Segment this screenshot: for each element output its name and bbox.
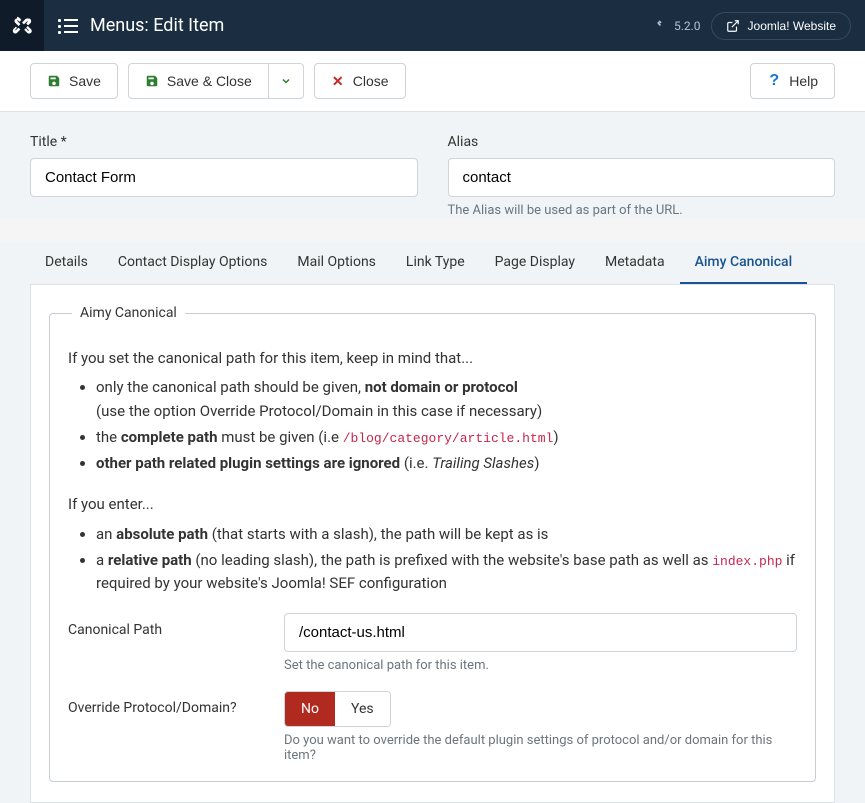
tab-page-display[interactable]: Page Display — [480, 242, 590, 284]
page-title: Menus: Edit Item — [90, 15, 224, 36]
save-icon — [145, 74, 159, 88]
list-item: a relative path (no leading slash), the … — [96, 549, 797, 596]
tab-contact-display[interactable]: Contact Display Options — [103, 242, 283, 284]
version-info: 5.2.0 — [656, 19, 711, 33]
canonical-path-hint: Set the canonical path for this item. — [284, 658, 797, 673]
tab-mail-options[interactable]: Mail Options — [282, 242, 391, 284]
help-icon: ? — [767, 74, 781, 88]
rules-list-1: only the canonical path should be given,… — [96, 376, 797, 475]
tab-link-type[interactable]: Link Type — [391, 242, 480, 284]
list-item: only the canonical path should be given,… — [96, 376, 797, 423]
chevron-down-icon — [279, 74, 293, 88]
title-input[interactable] — [30, 158, 418, 197]
alias-input[interactable] — [448, 158, 836, 197]
alias-field-group: Alias The Alias will be used as part of … — [448, 134, 836, 218]
title-field-group: Title * — [30, 134, 418, 218]
intro-1: If you set the canonical path for this i… — [68, 347, 797, 370]
alias-label: Alias — [448, 134, 836, 150]
menu-list-icon — [58, 19, 78, 33]
joomla-small-icon — [656, 20, 668, 32]
tabs-container: Details Contact Display Options Mail Opt… — [0, 242, 865, 803]
list-item: the complete path must be given (i.e /bl… — [96, 426, 797, 449]
save-icon — [47, 74, 61, 88]
top-bar: Menus: Edit Item 5.2.0 Joomla! Website — [0, 0, 865, 51]
tab-details[interactable]: Details — [30, 242, 103, 284]
tab-aimy-canonical[interactable]: Aimy Canonical — [680, 242, 808, 284]
alias-hint: The Alias will be used as part of the UR… — [448, 203, 836, 218]
list-item: other path related plugin settings are i… — [96, 452, 797, 475]
primary-fields: Title * Alias The Alias will be used as … — [0, 112, 865, 218]
action-toolbar: Save Save & Close ✕ Close ? Help — [0, 51, 865, 112]
save-dropdown-button[interactable] — [268, 63, 304, 99]
help-text: If you set the canonical path for this i… — [68, 347, 797, 595]
title-area: Menus: Edit Item — [44, 15, 656, 36]
override-hint: Do you want to override the default plug… — [284, 733, 797, 763]
version-text: 5.2.0 — [674, 19, 701, 33]
canonical-path-row: Canonical Path Set the canonical path fo… — [68, 613, 797, 673]
list-item: an absolute path (that starts with a sla… — [96, 523, 797, 546]
override-label: Override Protocol/Domain? — [68, 691, 284, 716]
tab-metadata[interactable]: Metadata — [590, 242, 680, 284]
save-button[interactable]: Save — [30, 63, 118, 99]
override-yes-button[interactable]: Yes — [335, 692, 390, 726]
joomla-logo[interactable] — [0, 0, 44, 51]
fieldset-legend: Aimy Canonical — [72, 305, 185, 321]
override-no-button[interactable]: No — [285, 692, 335, 726]
help-button[interactable]: ? Help — [750, 63, 835, 99]
override-toggle: No Yes — [284, 691, 391, 727]
title-label: Title * — [30, 134, 418, 150]
external-link-icon — [726, 19, 740, 33]
external-site-button[interactable]: Joomla! Website — [711, 12, 851, 40]
save-close-group: Save & Close — [128, 63, 304, 99]
tab-strip: Details Contact Display Options Mail Opt… — [30, 242, 835, 285]
intro-2: If you enter... — [68, 493, 797, 516]
aimy-canonical-fieldset: Aimy Canonical If you set the canonical … — [49, 305, 816, 782]
rules-list-2: an absolute path (that starts with a sla… — [96, 523, 797, 596]
override-row: Override Protocol/Domain? No Yes Do you … — [68, 691, 797, 763]
tab-panel: Aimy Canonical If you set the canonical … — [30, 285, 835, 803]
external-label: Joomla! Website — [748, 19, 836, 33]
canonical-path-input[interactable] — [284, 613, 797, 652]
canonical-path-label: Canonical Path — [68, 613, 284, 638]
close-icon: ✕ — [331, 74, 345, 88]
close-button[interactable]: ✕ Close — [314, 63, 406, 99]
save-close-button[interactable]: Save & Close — [128, 63, 268, 99]
